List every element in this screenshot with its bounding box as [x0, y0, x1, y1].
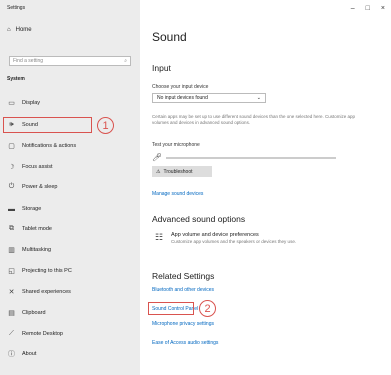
maximize-button[interactable]: □	[366, 5, 370, 12]
minimize-button[interactable]: –	[351, 5, 355, 12]
sidebar-item-label: Tablet mode	[22, 226, 52, 232]
sidebar: Settings ⌂ Home Find a setting ⌕ System …	[0, 0, 140, 375]
sidebar-item-label: Projecting to this PC	[22, 268, 72, 274]
storage-icon: ▬	[8, 205, 15, 213]
warning-icon: ⚠	[156, 168, 161, 175]
sidebar-item-storage[interactable]: ▬ Storage	[7, 203, 41, 215]
clipboard-icon: ▤	[8, 310, 15, 317]
app-volume-subtitle: Customize app volumes and the speakers o…	[171, 239, 297, 244]
microphone-icon: 🎤︎	[152, 153, 163, 162]
remote-icon: ⟋	[9, 330, 14, 337]
app-title: Settings	[7, 5, 26, 11]
sidebar-item-label: Clipboard	[22, 310, 46, 316]
input-heading: Input	[152, 63, 171, 73]
input-device-value: No input devices found	[157, 95, 208, 101]
test-mic-label: Test your microphone	[152, 142, 200, 148]
sidebar-item-clipboard[interactable]: ▤ Clipboard	[7, 307, 46, 319]
bluetooth-link[interactable]: Bluetooth and other devices	[152, 287, 214, 293]
mic-level-meter: 🎤︎	[152, 153, 337, 162]
sidebar-item-display[interactable]: ▭ Display	[7, 97, 40, 109]
main-pane: – □ × Sound Input Choose your input devi…	[140, 0, 391, 375]
page-title: Sound	[152, 30, 187, 44]
close-button[interactable]: ×	[381, 5, 385, 12]
sidebar-item-focus-assist[interactable]: ☽ Focus assist	[7, 161, 53, 173]
sidebar-item-label: Display	[22, 100, 41, 106]
sidebar-item-label: About	[22, 351, 37, 357]
search-placeholder: Find a setting	[13, 58, 44, 64]
sidebar-item-tablet-mode[interactable]: ⧉ Tablet mode	[7, 223, 52, 235]
power-icon: ⏻	[8, 183, 15, 190]
search-icon: ⌕	[124, 58, 127, 64]
annotation-marker-2: 2	[199, 300, 216, 317]
sidebar-item-label: Notifications & actions	[22, 143, 77, 149]
app-volume-preferences[interactable]: ☷ App volume and device preferences Cust…	[152, 232, 296, 244]
home-nav[interactable]: ⌂ Home	[7, 27, 32, 33]
projector-icon: ◱	[8, 268, 15, 275]
sidebar-item-shared-experiences[interactable]: ✕ Shared experiences	[7, 286, 71, 298]
sidebar-item-label: Multitasking	[22, 247, 52, 253]
input-device-dropdown[interactable]: No input devices found ⌄	[152, 93, 266, 103]
sidebar-item-power[interactable]: ⏻ Power & sleep	[7, 181, 58, 193]
window-controls: – □ ×	[351, 5, 385, 12]
mic-level-bar	[166, 156, 337, 159]
sidebar-item-label: Power & sleep	[22, 184, 58, 190]
sidebar-item-label: Shared experiences	[22, 289, 71, 295]
notification-icon: ▢	[8, 143, 15, 150]
advanced-heading: Advanced sound options	[152, 214, 246, 224]
sidebar-item-remote-desktop[interactable]: ⟋ Remote Desktop	[7, 328, 63, 340]
sliders-icon: ☷	[154, 232, 164, 242]
annotation-box-sound	[3, 117, 92, 133]
home-icon: ⌂	[7, 27, 11, 33]
ease-of-access-audio-link[interactable]: Ease of Access audio settings	[152, 340, 218, 346]
input-description: Certain apps may be set up to use differ…	[152, 114, 356, 125]
shared-icon: ✕	[8, 289, 15, 296]
manage-devices-link[interactable]: Manage sound devices	[152, 191, 203, 197]
troubleshoot-button[interactable]: ⚠ Troubleshoot	[152, 166, 212, 177]
info-icon: ⓘ	[8, 351, 15, 358]
tablet-icon: ⧉	[9, 225, 14, 232]
sidebar-item-notifications[interactable]: ▢ Notifications & actions	[7, 140, 76, 152]
monitor-icon: ▭	[8, 100, 15, 107]
mic-privacy-link[interactable]: Microphone privacy settings	[152, 321, 214, 327]
sidebar-item-multitasking[interactable]: ▥ Multitasking	[7, 244, 51, 256]
multitasking-icon: ▥	[8, 247, 15, 254]
troubleshoot-label: Troubleshoot	[163, 168, 193, 175]
sidebar-item-about[interactable]: ⓘ About	[7, 348, 36, 360]
sidebar-item-label: Remote Desktop	[22, 331, 63, 337]
annotation-box-sound-control-panel	[148, 302, 194, 315]
related-heading: Related Settings	[152, 271, 215, 281]
app-volume-title: App volume and device preferences	[171, 232, 259, 238]
sidebar-item-label: Storage	[22, 206, 42, 212]
sidebar-item-label: Focus assist	[22, 164, 53, 170]
sidebar-item-projecting[interactable]: ◱ Projecting to this PC	[7, 265, 72, 277]
section-label: System	[7, 76, 25, 82]
moon-icon: ☽	[8, 164, 15, 171]
chevron-down-icon: ⌄	[256, 95, 261, 101]
annotation-marker-1: 1	[97, 117, 114, 134]
settings-window: Settings ⌂ Home Find a setting ⌕ System …	[0, 0, 391, 375]
search-input[interactable]: Find a setting ⌕	[9, 56, 131, 66]
choose-input-label: Choose your input device	[152, 84, 209, 90]
home-label: Home	[15, 27, 32, 33]
